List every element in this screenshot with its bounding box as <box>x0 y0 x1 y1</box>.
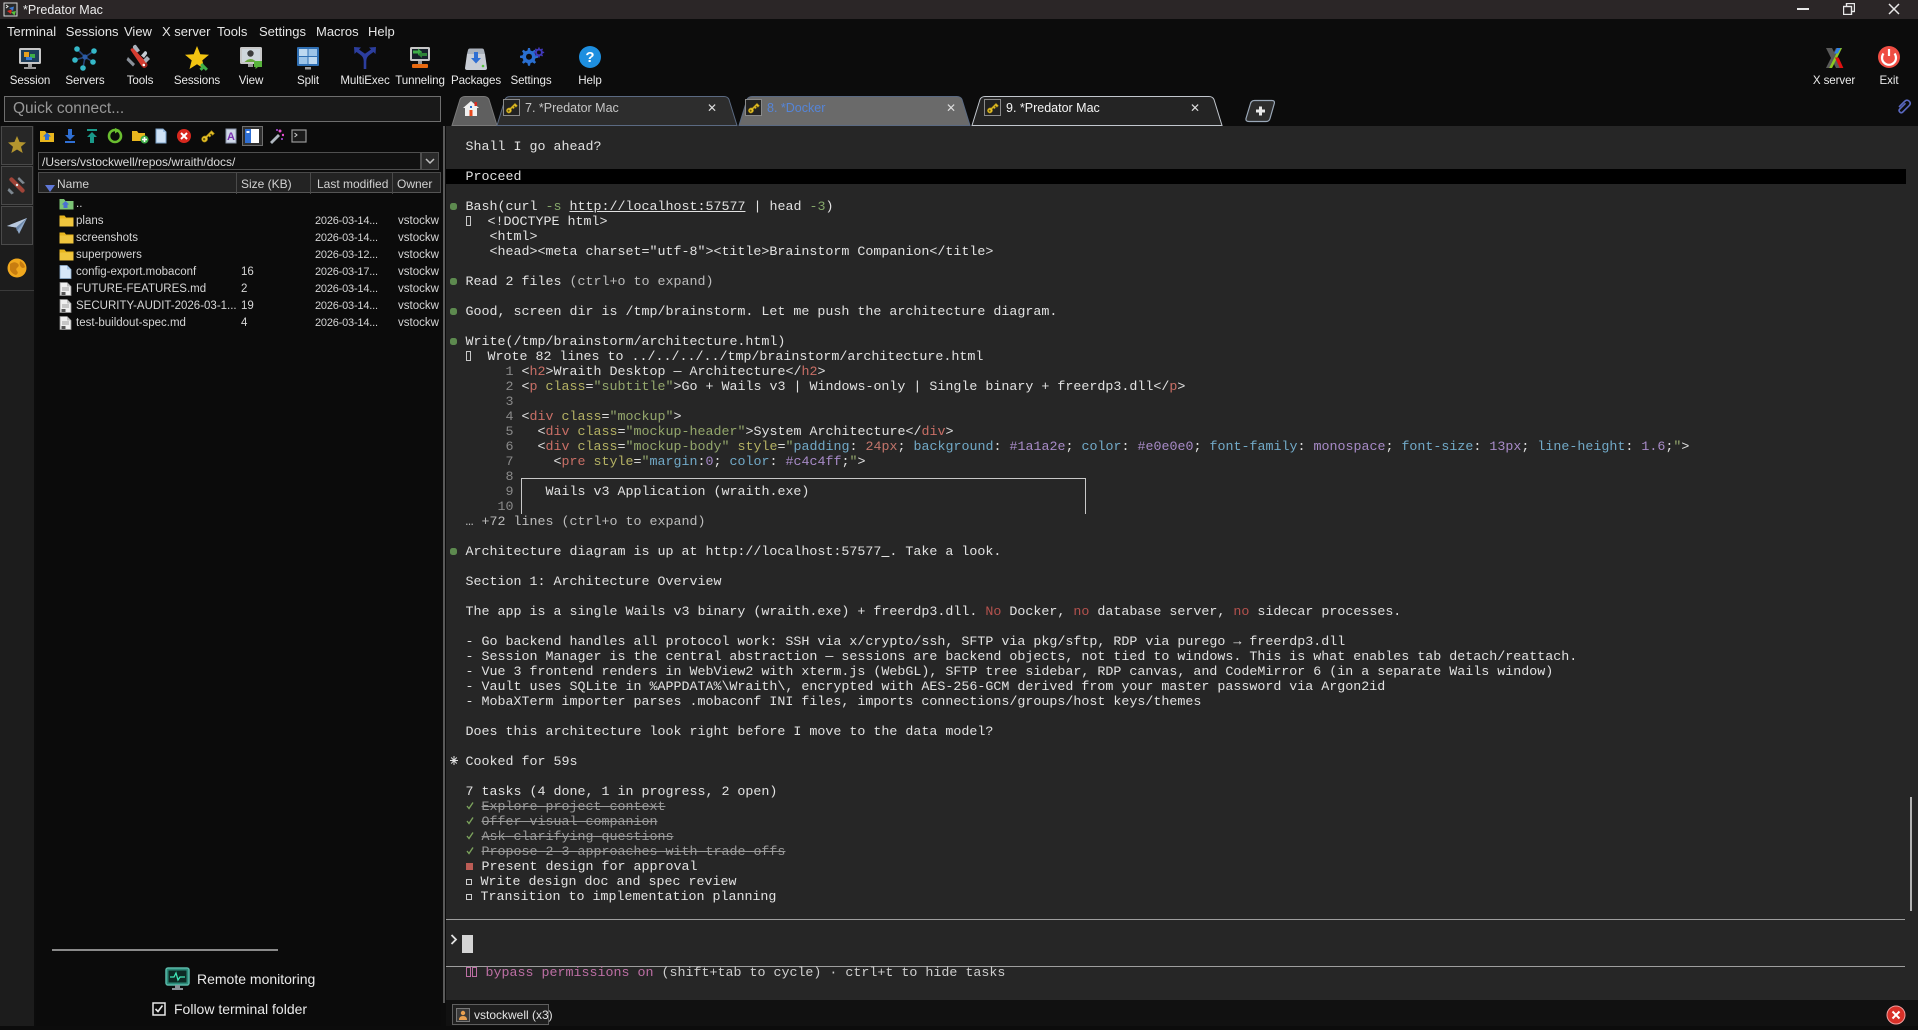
svg-text:?: ? <box>585 49 594 66</box>
svg-text:A: A <box>227 131 235 143</box>
